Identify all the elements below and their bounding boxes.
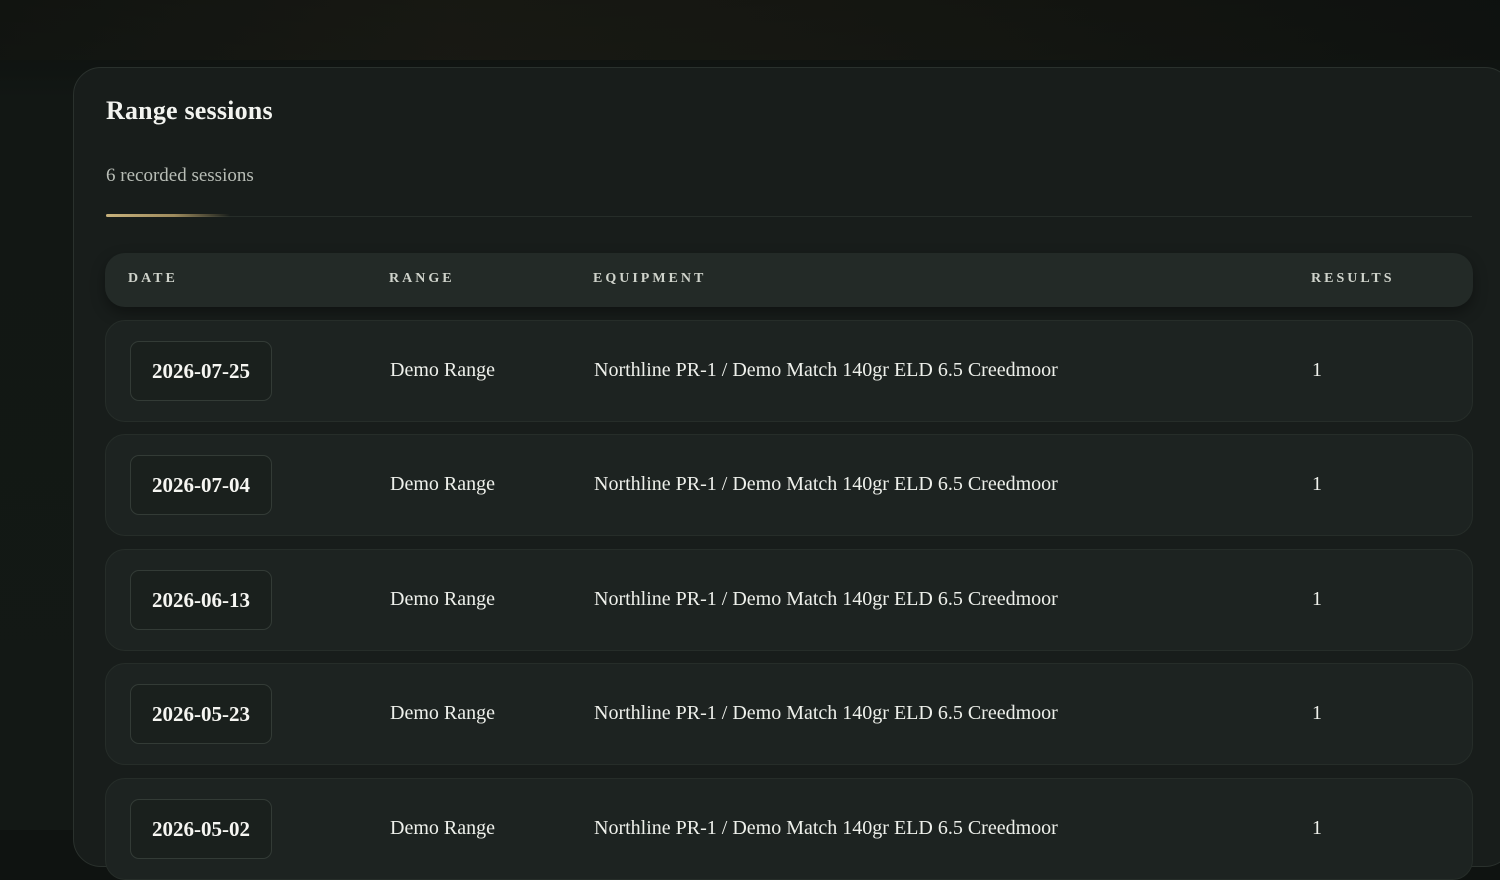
- session-equipment: Northline PR-1 / Demo Match 140gr ELD 6.…: [594, 588, 1058, 610]
- top-glow: [0, 0, 1500, 60]
- session-results: 1: [1312, 817, 1322, 839]
- session-date[interactable]: 2026-07-04: [130, 455, 272, 515]
- range-sessions-panel: Range sessions 6 recorded sessions DATE …: [73, 67, 1500, 880]
- session-results: 1: [1312, 359, 1322, 381]
- session-count: 6 recorded sessions: [106, 165, 254, 186]
- session-range: Demo Range: [390, 817, 495, 839]
- session-range: Demo Range: [390, 588, 495, 610]
- table-row[interactable]: 2026-07-04 Demo Range Northline PR-1 / D…: [105, 434, 1473, 536]
- table-row[interactable]: 2026-05-02 Demo Range Northline PR-1 / D…: [105, 778, 1473, 880]
- session-range: Demo Range: [390, 359, 495, 381]
- session-date[interactable]: 2026-07-25: [130, 341, 272, 401]
- session-date[interactable]: 2026-05-23: [130, 684, 272, 744]
- session-equipment: Northline PR-1 / Demo Match 140gr ELD 6.…: [594, 702, 1058, 724]
- table-header: DATE RANGE EQUIPMENT RESULTS: [105, 253, 1473, 307]
- divider-accent: [106, 214, 230, 217]
- session-equipment: Northline PR-1 / Demo Match 140gr ELD 6.…: [594, 817, 1058, 839]
- session-results: 1: [1312, 588, 1322, 610]
- table-row[interactable]: 2026-05-23 Demo Range Northline PR-1 / D…: [105, 663, 1473, 765]
- column-header-date[interactable]: DATE: [128, 271, 178, 287]
- session-equipment: Northline PR-1 / Demo Match 140gr ELD 6.…: [594, 359, 1058, 381]
- divider: [106, 216, 1472, 217]
- column-header-results[interactable]: RESULTS: [1311, 271, 1395, 287]
- table-row[interactable]: 2026-06-13 Demo Range Northline PR-1 / D…: [105, 549, 1473, 651]
- session-equipment: Northline PR-1 / Demo Match 140gr ELD 6.…: [594, 473, 1058, 495]
- session-date[interactable]: 2026-06-13: [130, 570, 272, 630]
- column-header-equipment[interactable]: EQUIPMENT: [593, 271, 706, 287]
- session-range: Demo Range: [390, 702, 495, 724]
- session-results: 1: [1312, 473, 1322, 495]
- session-results: 1: [1312, 702, 1322, 724]
- session-range: Demo Range: [390, 473, 495, 495]
- column-header-range[interactable]: RANGE: [389, 271, 455, 287]
- table-row[interactable]: 2026-07-25 Demo Range Northline PR-1 / D…: [105, 320, 1473, 422]
- session-date[interactable]: 2026-05-02: [130, 799, 272, 859]
- panel-title: Range sessions: [106, 96, 273, 125]
